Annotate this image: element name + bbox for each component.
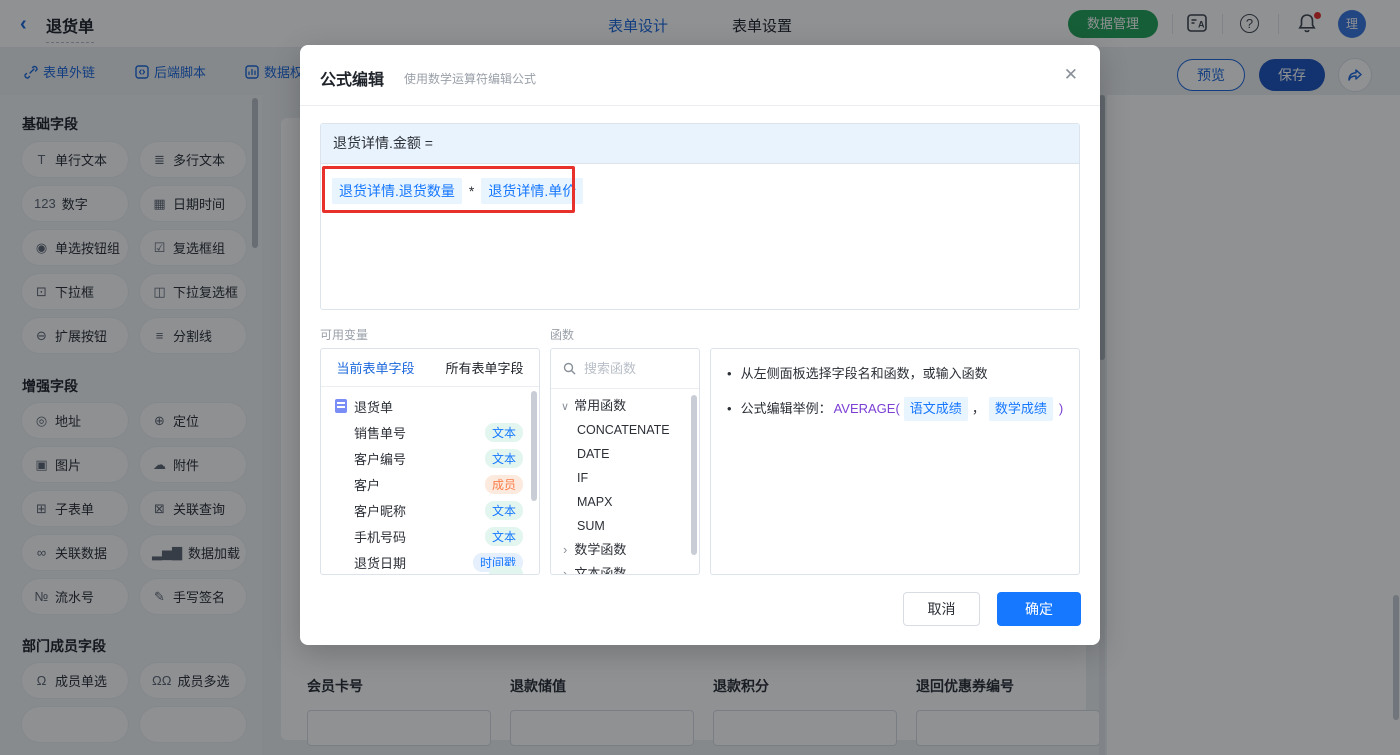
variables-panel: 当前表单字段 所有表单字段 退货单 销售单号 文本 客户编号 文本 客户 成员 … [320,348,540,575]
variable-label: 客户 [354,477,381,493]
variable-type-badge: 文本 [484,526,523,546]
tip-line: 从左侧面板选择字段名和函数，或输入函数 [725,364,1079,384]
variable-item[interactable]: 客户昵称 文本 [321,497,539,523]
function-item[interactable]: DATE [551,442,699,466]
function-item[interactable]: SUM [551,514,699,538]
function-search-input[interactable] [584,361,679,376]
formula-token[interactable]: 退货详情.退货数量 [332,178,462,204]
variables-label: 可用变量 [320,328,369,342]
formula-editor[interactable]: 退货详情.金额 = 退货详情.退货数量 * 退货详情.单价 [320,123,1080,310]
variables-scrollbar[interactable] [531,391,537,501]
functions-panel: 常用函数 CONCATENATE DATE IF MAPX SUM 数学函数 文… [550,348,700,575]
variable-type-badge: 成员 [484,474,523,494]
clipped-badge [489,566,523,574]
variables-root-node[interactable]: 退货单 [321,393,539,419]
function-item[interactable]: 数学函数 [551,538,699,562]
confirm-button[interactable]: 确定 [997,592,1081,626]
divider [300,105,1100,106]
function-item[interactable]: 常用函数 [551,394,699,418]
variable-label: 客户昵称 [354,503,407,519]
functions-label: 函数 [550,328,575,342]
example-token: 语文成绩 [903,397,968,421]
function-item[interactable]: IF [551,466,699,490]
formula-edit-modal: 公式编辑 使用数学运算符编辑公式 ✕ 退货详情.金额 = 退货详情.退货数量 *… [300,45,1100,645]
variable-type-badge: 文本 [484,500,523,520]
modal-title: 公式编辑 [320,72,385,89]
tip-example-line: 公式编辑举例：AVERAGE(语文成绩，数学成绩) [725,397,1079,421]
average-function-text: AVERAGE( [833,401,900,416]
function-item[interactable]: MAPX [551,490,699,514]
formula-token[interactable]: 退货详情.单价 [481,178,584,204]
variables-tabs: 当前表单字段 所有表单字段 [321,349,539,387]
variable-label: 手机号码 [354,529,407,545]
function-search[interactable] [551,349,699,389]
modal-subtitle: 使用数学运算符编辑公式 [404,72,537,86]
tab-current-form-fields[interactable]: 当前表单字段 [336,358,414,377]
function-tree: 常用函数 CONCATENATE DATE IF MAPX SUM 数学函数 文… [551,389,699,574]
formula-operator: * [468,183,475,199]
variable-type-badge: 文本 [484,422,523,442]
variable-type-badge: 文本 [484,448,523,468]
variable-label: 客户编号 [354,451,407,467]
search-icon [563,362,576,375]
variable-item[interactable]: 手机号码 文本 [321,523,539,549]
cancel-button[interactable]: 取消 [903,592,980,626]
variable-item[interactable]: 客户 成员 [321,471,539,497]
variable-label: 销售单号 [354,425,407,441]
function-item[interactable]: CONCATENATE [551,418,699,442]
formula-target: 退货详情.金额 = [321,124,1079,164]
function-item[interactable]: 文本函数 [551,562,699,574]
variable-item[interactable]: 销售单号 文本 [321,419,539,445]
functions-scrollbar[interactable] [691,395,697,555]
variable-item[interactable]: 客户编号 文本 [321,445,539,471]
tips-panel: 从左侧面板选择字段名和函数，或输入函数 公式编辑举例：AVERAGE(语文成绩，… [710,348,1080,575]
tab-all-form-fields[interactable]: 所有表单字段 [445,358,523,377]
variable-label: 退货日期 [354,555,407,571]
close-icon[interactable]: ✕ [1064,65,1078,85]
formula-expression[interactable]: 退货详情.退货数量 * 退货详情.单价 [321,164,1079,204]
example-token: 数学成绩 [988,397,1053,421]
variables-tree: 退货单 销售单号 文本 客户编号 文本 客户 成员 客户昵称 文本 手机号码 文… [321,387,539,574]
form-doc-icon [335,399,347,413]
